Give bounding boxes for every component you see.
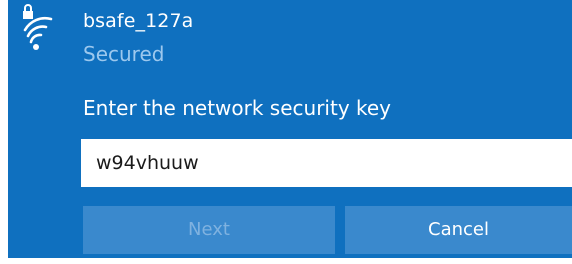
security-key-input[interactable]	[81, 139, 572, 187]
network-status: Secured	[83, 42, 165, 66]
security-key-label: Enter the network security key	[83, 96, 392, 120]
next-button[interactable]: Next	[83, 206, 335, 254]
cancel-button[interactable]: Cancel	[345, 206, 572, 254]
network-connect-panel: bsafe_127a Secured Enter the network sec…	[8, 0, 572, 258]
wifi-secured-icon	[23, 4, 53, 50]
network-name: bsafe_127a	[83, 10, 194, 32]
wifi-flyout: bsafe_127a Secured Enter the network sec…	[0, 0, 572, 264]
